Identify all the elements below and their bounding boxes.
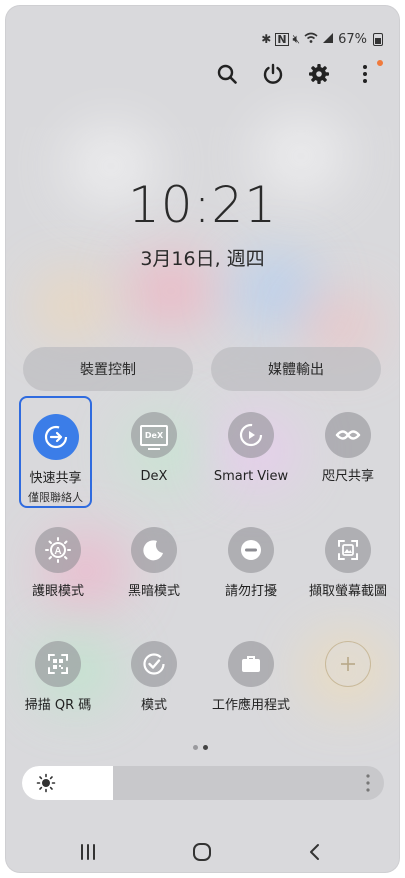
mute-icon: 🔇︎ (292, 32, 301, 46)
tile-screenshot[interactable]: 擷取螢幕截圖 (300, 527, 396, 600)
power-icon (263, 63, 283, 84)
settings-button[interactable] (307, 60, 331, 88)
tile-label: DeX (140, 469, 168, 484)
recent-apps-icon (81, 844, 95, 860)
tile-label: 模式 (140, 698, 167, 713)
search-button[interactable] (215, 60, 239, 88)
brightness-icon (36, 773, 56, 793)
bluetooth-icon: ✱ (261, 32, 272, 46)
tile-qr-scan[interactable]: 掃描 QR 碼 (10, 641, 106, 714)
work-apps-icon (228, 641, 274, 687)
device-control-button[interactable]: 裝置控制 (23, 347, 193, 391)
page-dot-active (203, 745, 208, 750)
clock-time: 10:21 (127, 176, 278, 234)
more-options-icon (363, 65, 367, 83)
tile-label: 請勿打擾 (224, 584, 277, 599)
tile-dex[interactable]: DeX DeX (106, 412, 202, 485)
battery-icon (373, 32, 383, 46)
eye-comfort-icon: A (35, 527, 81, 573)
status-bar: ✱ N 🔇︎ 67% (261, 30, 383, 48)
home-button[interactable] (187, 840, 217, 864)
brightness-slider[interactable] (22, 766, 384, 800)
navigation-bar (0, 832, 405, 872)
tile-quick-share[interactable]: 快速共享 僅限聯絡人 (19, 396, 92, 508)
dark-mode-icon (131, 527, 177, 573)
tile-modes[interactable]: 模式 (106, 641, 202, 714)
tile-do-not-disturb[interactable]: 請勿打擾 (203, 527, 299, 600)
power-button[interactable] (261, 60, 285, 88)
settings-icon (309, 64, 329, 84)
screenshot-icon (325, 527, 371, 573)
qr-scan-icon (35, 641, 81, 687)
more-options-button[interactable] (353, 60, 383, 88)
page-indicator (193, 745, 208, 750)
wifi-icon (304, 32, 318, 46)
nfc-icon: N (275, 32, 289, 46)
tile-add[interactable] (300, 641, 396, 687)
tile-eye-comfort[interactable]: A 護眼模式 (10, 527, 106, 600)
add-icon (325, 641, 371, 687)
home-icon (193, 843, 211, 861)
tile-dark-mode[interactable]: 黑暗模式 (106, 527, 202, 600)
do-not-disturb-icon (228, 527, 274, 573)
svg-text:A: A (54, 546, 61, 557)
notification-dot (377, 60, 383, 66)
tile-label: 黑暗模式 (127, 584, 180, 599)
tile-smart-view[interactable]: Smart View (203, 412, 299, 485)
media-output-button[interactable]: 媒體輸出 (211, 347, 381, 391)
tile-label: 工作應用程式 (211, 698, 290, 713)
tile-sublabel: 僅限聯絡人 (28, 491, 83, 504)
back-button[interactable] (300, 840, 330, 864)
dex-badge-text: DeX (144, 430, 164, 440)
dex-icon: DeX (131, 412, 177, 458)
panel-top-actions (215, 60, 383, 88)
brightness-more-icon[interactable] (366, 774, 370, 792)
tile-label: 護眼模式 (31, 584, 84, 599)
modes-icon (131, 641, 177, 687)
page-dot (193, 745, 198, 750)
tile-label: 快速共享 (29, 471, 82, 486)
search-icon (217, 64, 237, 84)
tile-label: 掃描 QR 碼 (24, 698, 92, 713)
battery-percent: 67% (338, 31, 367, 47)
tile-nearby-share[interactable]: 咫尺共享 (300, 412, 396, 485)
quick-share-icon (32, 414, 79, 460)
tile-label: Smart View (213, 469, 289, 484)
tile-label: 擷取螢幕截圖 (308, 584, 387, 599)
tile-work-apps[interactable]: 工作應用程式 (203, 641, 299, 714)
clock-date: 3月16日, 週四 (140, 248, 265, 270)
tile-label: 咫尺共享 (321, 469, 374, 484)
back-icon (310, 844, 319, 860)
signal-icon (322, 32, 334, 46)
nearby-share-icon (325, 412, 371, 458)
recent-apps-button[interactable] (73, 840, 103, 864)
smart-view-icon (228, 412, 274, 458)
